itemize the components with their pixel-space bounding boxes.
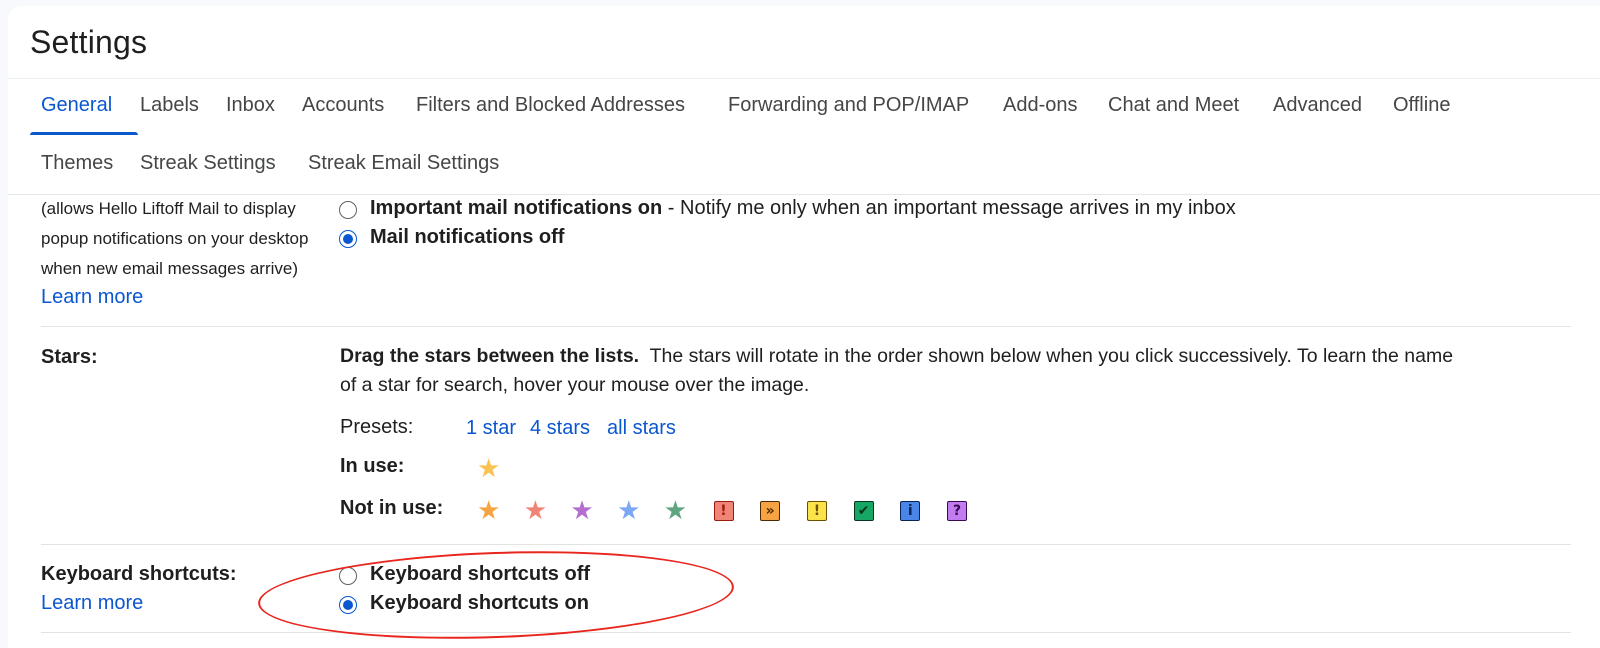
presets-label: Presets:	[340, 416, 414, 438]
page-title: Settings	[30, 24, 148, 60]
tab-inbox[interactable]: Inbox	[226, 94, 275, 117]
red-bang-icon[interactable]: !	[713, 501, 734, 521]
notifications-off-radio[interactable]	[339, 230, 357, 248]
purple-star-icon[interactable]: ★	[570, 497, 593, 523]
blue-info-icon[interactable]: i	[900, 501, 921, 521]
notifications-off-option: Mail notifications off	[370, 226, 565, 248]
active-tab-indicator	[30, 132, 138, 135]
tab-accounts[interactable]: Accounts	[302, 94, 384, 117]
title-divider	[8, 78, 1600, 79]
preset-4-stars-link[interactable]: 4 stars	[530, 417, 590, 440]
notifications-learn-more-link[interactable]: Learn more	[41, 286, 143, 309]
tab-offline[interactable]: Offline	[1393, 94, 1450, 117]
stars-instructions: Drag the stars between the lists. The st…	[340, 345, 1454, 396]
tab-general[interactable]: General	[41, 94, 112, 117]
orange-guillemet-icon[interactable]: »	[760, 501, 781, 521]
green-check-icon[interactable]: ✔	[853, 501, 874, 521]
blue-star-icon[interactable]: ★	[617, 497, 640, 523]
in-use-label: In use:	[340, 455, 405, 477]
not-in-use-label: Not in use:	[340, 497, 444, 519]
preset-1-star-link[interactable]: 1 star	[466, 417, 516, 440]
red-annotation-ellipse	[256, 543, 736, 647]
tab-advanced[interactable]: Advanced	[1273, 94, 1362, 117]
notifications-description: (allows Hello Liftoff Mail to display po…	[41, 199, 309, 278]
tab-streak-email-settings[interactable]: Streak Email Settings	[308, 152, 499, 175]
section-divider	[41, 632, 1571, 633]
tab-forwarding[interactable]: Forwarding and POP/IMAP	[728, 94, 969, 117]
tab-filters[interactable]: Filters and Blocked Addresses	[416, 94, 685, 117]
important-notifications-radio[interactable]	[339, 201, 357, 219]
orange-star-icon[interactable]: ★	[477, 497, 500, 523]
stars-label: Stars:	[41, 346, 98, 368]
important-notifications-option: Important mail notifications on - Notify…	[370, 197, 1236, 219]
preset-all-stars-link[interactable]: all stars	[607, 417, 676, 440]
tab-themes[interactable]: Themes	[41, 152, 113, 175]
keyboard-shortcuts-label: Keyboard shortcuts:	[41, 563, 237, 585]
yellow-bang-icon[interactable]: !	[806, 501, 827, 521]
purple-question-icon[interactable]: ?	[947, 501, 967, 521]
tab-add-ons[interactable]: Add-ons	[1003, 94, 1078, 117]
tab-chat-and-meet[interactable]: Chat and Meet	[1108, 94, 1239, 117]
shortcuts-learn-more-link[interactable]: Learn more	[41, 592, 143, 615]
tab-streak-settings[interactable]: Streak Settings	[140, 152, 276, 175]
green-star-icon[interactable]: ★	[664, 497, 687, 523]
section-divider	[41, 544, 1571, 545]
tab-labels[interactable]: Labels	[140, 94, 199, 117]
yellow-star-icon[interactable]: ★	[477, 455, 500, 481]
section-divider	[41, 326, 1571, 327]
red-star-icon[interactable]: ★	[524, 497, 547, 523]
settings-panel: Settings General Labels Inbox Accounts F…	[8, 6, 1600, 648]
